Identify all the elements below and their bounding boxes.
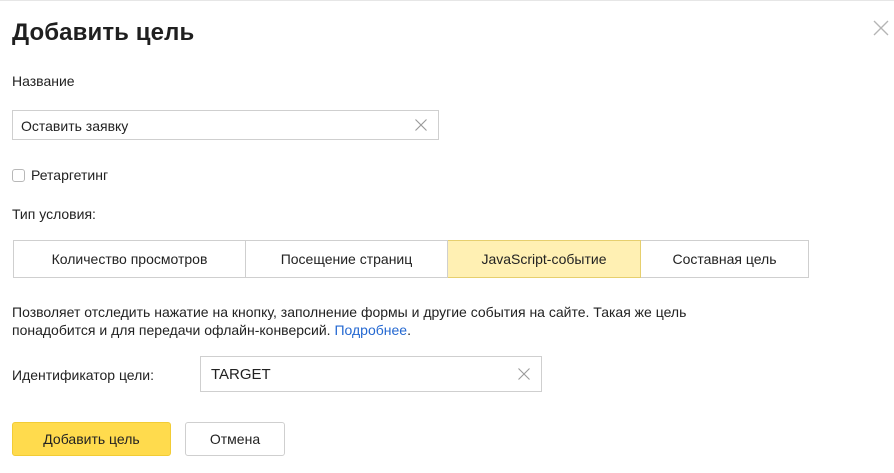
dialog-title: Добавить цель — [12, 19, 195, 46]
retargeting-label: Ретаргетинг — [31, 167, 109, 183]
condition-type-tabs: Количество просмотров Посещение страниц … — [13, 240, 809, 278]
tab-javascript-event[interactable]: JavaScript-событие — [448, 240, 641, 278]
clear-icon[interactable] — [517, 367, 531, 381]
add-goal-dialog: Добавить цель Название Оставить заявку Р… — [0, 0, 894, 473]
tab-label: Посещение страниц — [280, 251, 413, 267]
condition-type-label: Тип условия: — [12, 206, 96, 222]
tab-label: Составная цель — [672, 251, 777, 267]
identifier-input[interactable]: TARGET — [200, 356, 542, 392]
tab-pageviews[interactable]: Количество просмотров — [13, 240, 246, 278]
description-line-2: понадобится и для передачи офлайн-конвер… — [12, 322, 335, 338]
name-label: Название — [12, 73, 75, 89]
cancel-button[interactable]: Отмена — [185, 422, 285, 456]
description-line-1: Позволяет отследить нажатие на кнопку, з… — [12, 304, 687, 320]
more-link[interactable]: Подробнее — [334, 322, 407, 338]
tab-label: JavaScript-событие — [481, 251, 607, 267]
add-goal-button[interactable]: Добавить цель — [12, 422, 171, 456]
name-input-value: Оставить заявку — [21, 118, 129, 134]
retargeting-row[interactable]: Ретаргетинг — [12, 167, 108, 183]
tab-page-visits[interactable]: Посещение страниц — [246, 240, 448, 278]
clear-icon[interactable] — [414, 118, 428, 132]
tab-composite-goal[interactable]: Составная цель — [641, 240, 809, 278]
identifier-label: Идентификатор цели: — [12, 367, 155, 383]
close-icon[interactable] — [870, 17, 892, 39]
retargeting-checkbox[interactable] — [12, 168, 25, 182]
name-input[interactable]: Оставить заявку — [12, 110, 439, 140]
condition-description: Позволяет отследить нажатие на кнопку, з… — [12, 303, 882, 339]
identifier-input-value: TARGET — [211, 366, 271, 383]
tab-label: Количество просмотров — [51, 251, 208, 267]
description-suffix: . — [407, 322, 411, 338]
